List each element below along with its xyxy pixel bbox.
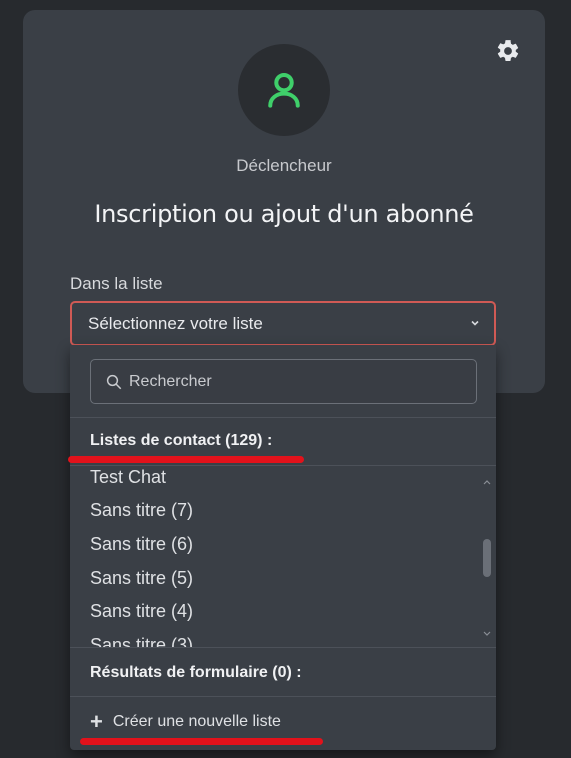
- list-select[interactable]: Sélectionnez votre liste: [70, 301, 496, 346]
- trigger-card: Déclencheur Inscription ou ajout d'un ab…: [23, 10, 545, 393]
- divider: [70, 696, 496, 697]
- plus-icon: +: [90, 709, 103, 734]
- divider: [70, 647, 496, 648]
- search-field[interactable]: [90, 359, 477, 404]
- trigger-label: Déclencheur: [236, 156, 332, 175]
- create-list-label: Créer une nouvelle liste: [112, 713, 281, 730]
- list-field-label: Dans la liste: [70, 274, 163, 293]
- list-item[interactable]: Sans titre (3): [90, 635, 193, 647]
- scroll-up-arrow-icon[interactable]: [483, 479, 491, 487]
- trigger-title: Inscription ou ajout d'un abonné: [94, 200, 474, 228]
- list-select-value: Sélectionnez votre liste: [88, 313, 263, 333]
- divider: [70, 417, 496, 418]
- user-icon: [268, 72, 300, 108]
- contacts-group-header: Listes de contact (129) :: [90, 432, 273, 449]
- contact-list[interactable]: Test Chat Sans titre (7) Sans titre (6) …: [70, 465, 496, 647]
- create-list-button[interactable]: + Créer une nouvelle liste: [90, 711, 281, 733]
- search-input[interactable]: [129, 372, 449, 391]
- annotation-underline: [68, 456, 304, 463]
- list-dropdown: Listes de contact (129) : Test Chat Sans…: [70, 345, 496, 750]
- scroll-thumb[interactable]: [483, 539, 491, 577]
- annotation-underline: [80, 738, 323, 745]
- gear-icon[interactable]: [495, 38, 521, 64]
- list-item[interactable]: Sans titre (6): [90, 534, 193, 555]
- forms-group-header: Résultats de formulaire (0) :: [90, 664, 302, 681]
- chevron-down-icon: [471, 320, 479, 326]
- list-item[interactable]: Sans titre (4): [90, 601, 193, 622]
- list-item[interactable]: Test Chat: [90, 467, 166, 488]
- scroll-down-arrow-icon[interactable]: [483, 629, 491, 637]
- search-icon: [106, 374, 122, 389]
- list-item[interactable]: Sans titre (5): [90, 568, 193, 589]
- list-scrollbar[interactable]: [482, 465, 492, 647]
- trigger-avatar: [238, 44, 330, 136]
- list-item[interactable]: Sans titre (7): [90, 500, 193, 521]
